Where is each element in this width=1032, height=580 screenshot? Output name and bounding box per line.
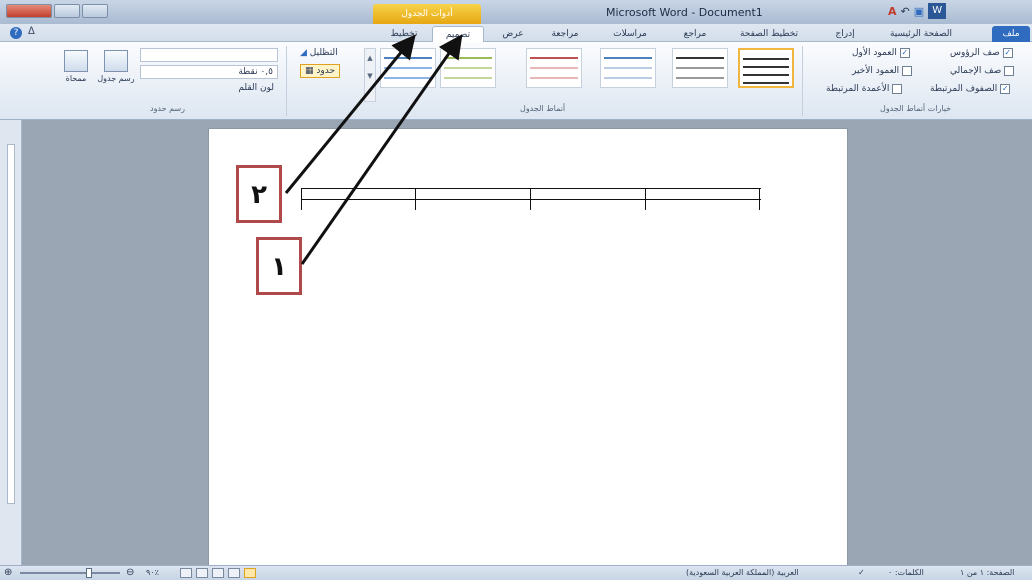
view-outline-icon[interactable]: [196, 568, 208, 578]
proofing-icon[interactable]: ✓: [858, 568, 865, 577]
view-full-screen-icon[interactable]: [228, 568, 240, 578]
page-count[interactable]: الصفحة: ١ من ١: [960, 568, 1014, 577]
zoom-out-icon[interactable]: ⊖: [126, 567, 134, 578]
arrow-to-design-tab: [300, 34, 463, 265]
arrow-to-layout-tab: [284, 34, 416, 194]
word-count[interactable]: الكلمات: ٠: [888, 568, 924, 577]
view-print-layout-icon[interactable]: [244, 568, 256, 578]
zoom-slider-thumb[interactable]: [86, 568, 92, 578]
language-status[interactable]: العربية (المملكة العربية السعودية): [686, 568, 799, 577]
status-bar: ⊕ ⊖ ٩٠٪ العربية (المملكة العربية السعودي…: [0, 565, 1032, 580]
callout-arrows: [284, 34, 463, 265]
zoom-in-icon[interactable]: ⊕: [4, 567, 12, 578]
zoom-slider[interactable]: [20, 572, 120, 574]
zoom-level[interactable]: ٩٠٪: [146, 568, 159, 577]
word-window: أدوات الجدول Microsoft Word - Document1 …: [0, 0, 1032, 580]
view-draft-icon[interactable]: [180, 568, 192, 578]
view-web-icon[interactable]: [212, 568, 224, 578]
